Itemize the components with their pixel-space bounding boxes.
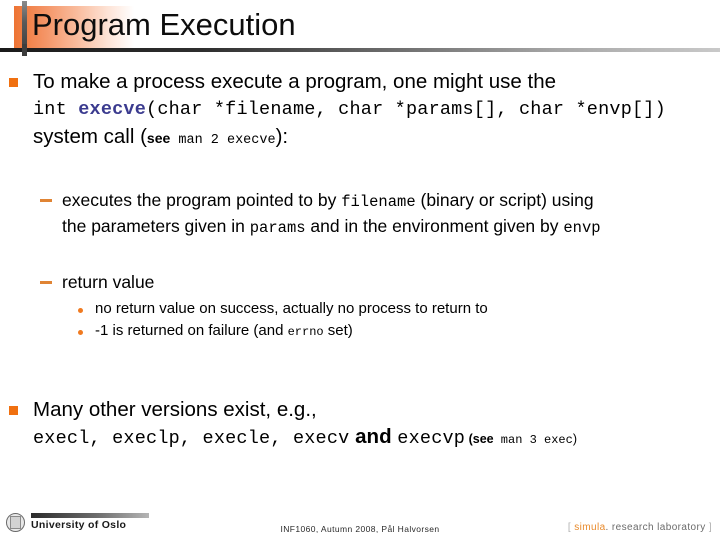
simula-bracket-close: ] — [705, 522, 712, 533]
bullet-2-paren-open: ( — [465, 432, 473, 446]
code-signature: (char *filename, char *params[], char *e… — [146, 99, 666, 120]
sub-bullet-2-label: return value — [62, 272, 155, 292]
bullet-1-line-3-text: system call ( — [33, 125, 147, 148]
slide-title-area: Program Execution — [0, 0, 720, 56]
page-title: Program Execution — [32, 7, 296, 42]
see-label-1: see — [146, 130, 171, 146]
sub-bullet-1-text-a: executes the program pointed to by — [62, 190, 342, 210]
sub-bullet-1-text-d: and in the environment given by — [305, 216, 564, 236]
see-label-2: see — [472, 432, 494, 446]
sub-sub-bullet-item-1: no return value on success, actually no … — [0, 298, 720, 320]
title-divider-rule — [0, 48, 720, 52]
bullet-2-paren-close: ) — [572, 432, 577, 446]
code-token-execvp: execvp — [397, 428, 466, 449]
square-bullet-icon — [9, 78, 18, 87]
slide-footer: University of Oslo INF1060, Autumn 2008,… — [0, 508, 720, 540]
bullet-2-line-2: execl, execlp, execle, execv and execvp … — [33, 423, 720, 454]
code-function-execve: execve — [78, 99, 147, 120]
man-reference-2: man 3 exec — [493, 433, 573, 447]
sub-bullet-1-text-b: (binary or script) using — [415, 190, 594, 210]
sub-bullet-1-line-1: executes the program pointed to by filen… — [62, 188, 720, 214]
code-exec-variants: execl, execlp, execle, execv — [33, 428, 350, 449]
code-token-errno: errno — [287, 325, 324, 339]
bullet-item-2: Many other versions exist, e.g., execl, … — [0, 396, 720, 454]
sub-bullet-item-2: return value — [0, 270, 720, 294]
bullet-1-line-3: system call (see man 2 execve): — [33, 123, 720, 154]
code-token-envp: envp — [563, 219, 601, 237]
dash-bullet-icon — [40, 199, 52, 202]
sub-sub-bullet-2-text-b: set) — [323, 322, 353, 339]
code-token-filename: filename — [341, 193, 416, 211]
bullet-2-line-1: Many other versions exist, e.g., — [33, 398, 317, 421]
bullet-item-1: To make a process execute a program, one… — [0, 68, 720, 154]
square-bullet-icon — [9, 406, 18, 415]
dash-bullet-icon — [40, 281, 52, 284]
simula-brand-word: simula — [574, 522, 606, 533]
simula-rest-text: . research laboratory — [605, 522, 706, 533]
bullet-2-and-word: and — [349, 425, 398, 448]
title-divider-cross — [22, 44, 27, 56]
slide-content: To make a process execute a program, one… — [0, 60, 720, 500]
sub-bullet-1-line-2: the parameters given in params and in th… — [62, 214, 720, 240]
code-token-params: params — [249, 219, 306, 237]
man-reference-1: man 2 execve — [170, 133, 276, 148]
footer-gradient-bar — [31, 513, 149, 518]
sub-sub-bullet-2-text-a: -1 is returned on failure (and — [95, 322, 288, 339]
bullet-1-code-line: int execve(char *filename, char *params[… — [33, 95, 720, 123]
bullet-1-line-3-close: ): — [275, 125, 289, 148]
round-bullet-icon — [78, 308, 83, 313]
sub-sub-bullet-2-line: -1 is returned on failure (and errno set… — [95, 320, 720, 343]
simula-logo: [ simula. research laboratory ] — [568, 522, 712, 533]
sub-bullet-1-text-c: the parameters given in — [62, 216, 250, 236]
bullet-1-line-1: To make a process execute a program, one… — [33, 70, 557, 93]
sub-sub-bullet-1-text: no return value on success, actually no … — [95, 300, 488, 317]
code-keyword-int: int — [33, 99, 79, 120]
round-bullet-icon — [78, 330, 83, 335]
sub-bullet-item-1: executes the program pointed to by filen… — [0, 188, 720, 240]
sub-sub-bullet-item-2: -1 is returned on failure (and errno set… — [0, 320, 720, 343]
